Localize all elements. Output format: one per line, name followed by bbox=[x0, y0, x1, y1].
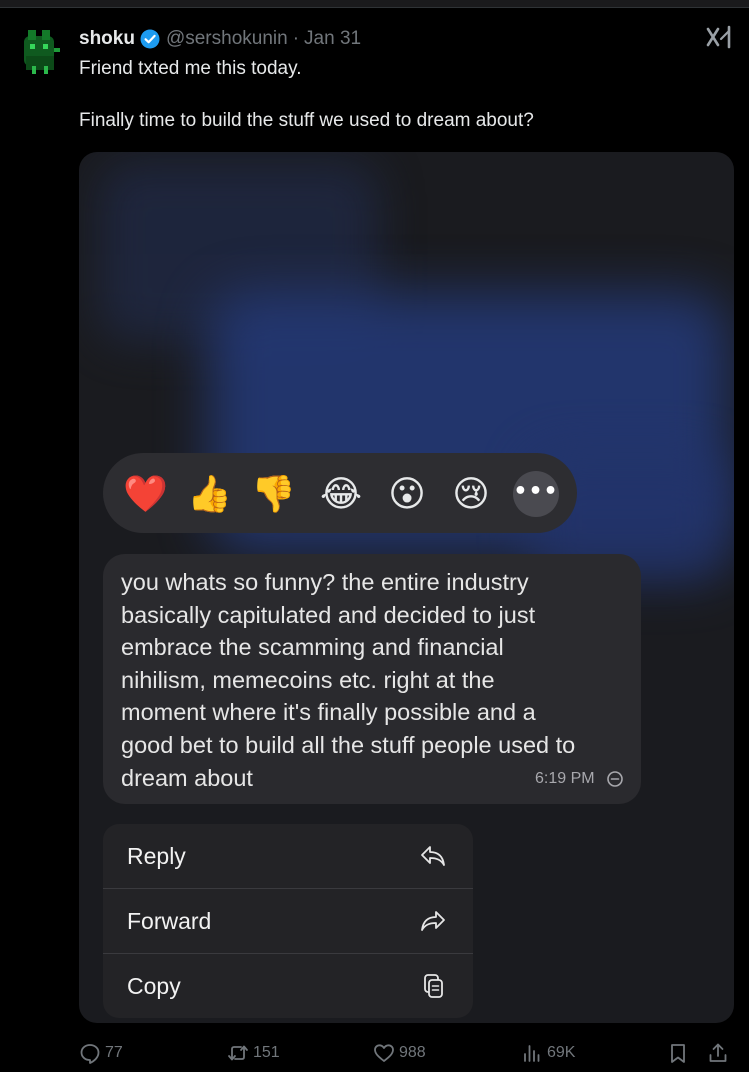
reply-icon bbox=[80, 1044, 100, 1064]
repost-button[interactable]: 151 bbox=[227, 1040, 280, 1066]
thumbs-down-reaction-icon[interactable]: 👎 bbox=[251, 473, 296, 517]
post-text-line: Friend txted me this today. bbox=[79, 58, 302, 79]
crying-reaction-icon[interactable]: 😢 bbox=[449, 473, 493, 517]
menu-item-label: Copy bbox=[127, 973, 181, 999]
reply-button[interactable]: 77 bbox=[79, 1040, 123, 1066]
more-reactions-button[interactable]: ••• bbox=[513, 471, 559, 517]
like-button[interactable]: 988 bbox=[373, 1040, 426, 1066]
message-line: moment where it's finally possible and a bbox=[121, 699, 536, 726]
top-divider bbox=[0, 0, 749, 8]
view-count: 69K bbox=[547, 1044, 576, 1061]
post-text-line: Finally time to build the stuff we used … bbox=[79, 110, 534, 131]
context-menu: Reply Forward Copy bbox=[103, 824, 473, 1018]
post-media-image[interactable]: ❤️ 👍 👎 😂 😮 😢 ••• you whats so funny? the… bbox=[79, 152, 734, 1023]
copy-icon bbox=[424, 974, 443, 998]
thumbs-up-reaction-icon[interactable]: 👍 bbox=[187, 473, 232, 517]
analytics-icon bbox=[524, 1045, 540, 1062]
message-text: you whats so funny? the entire industry … bbox=[121, 566, 621, 794]
post-header: shoku @sershokunin · Jan 31 bbox=[79, 27, 361, 51]
post-date[interactable]: Jan 31 bbox=[304, 28, 361, 50]
post-action-bar: 77 151 988 69K bbox=[79, 1040, 739, 1066]
clock-icon bbox=[607, 771, 623, 787]
reply-arrow-icon bbox=[421, 846, 445, 866]
share-icon bbox=[709, 1043, 727, 1062]
menu-item-copy[interactable]: Copy bbox=[103, 954, 473, 1018]
reaction-bar: ❤️ 👍 👎 😂 😮 😢 ••• bbox=[103, 453, 577, 533]
menu-item-reply[interactable]: Reply bbox=[103, 824, 473, 888]
verified-badge-icon bbox=[140, 29, 160, 49]
message-line: basically capitulated and decided to jus… bbox=[121, 601, 536, 628]
bookmark-button[interactable] bbox=[667, 1040, 693, 1066]
repost-count: 151 bbox=[253, 1044, 280, 1061]
menu-item-label: Reply bbox=[127, 843, 186, 869]
share-button[interactable] bbox=[707, 1040, 733, 1066]
views-button[interactable]: 69K bbox=[521, 1040, 575, 1066]
display-name[interactable]: shoku bbox=[79, 28, 135, 50]
message-line: embrace the scamming and financial bbox=[121, 634, 504, 661]
grok-icon[interactable] bbox=[705, 25, 733, 51]
handle[interactable]: @sershokunin bbox=[166, 28, 288, 50]
heart-icon bbox=[374, 1044, 394, 1062]
message-line: good bet to build all the stuff people u… bbox=[121, 731, 576, 758]
surprised-reaction-icon[interactable]: 😮 bbox=[385, 473, 429, 517]
message-bubble[interactable]: you whats so funny? the entire industry … bbox=[103, 554, 641, 804]
message-timestamp: 6:19 PM bbox=[535, 770, 595, 787]
message-line: nihilism, memecoins etc. right at the bbox=[121, 666, 495, 693]
menu-item-label: Forward bbox=[127, 908, 212, 934]
laughing-reaction-icon[interactable]: 😂 bbox=[319, 473, 363, 517]
reply-count: 77 bbox=[105, 1044, 123, 1061]
bookmark-icon bbox=[671, 1044, 685, 1063]
message-line: you whats so funny? the entire industry bbox=[121, 569, 529, 595]
heart-reaction-icon[interactable]: ❤️ bbox=[123, 473, 168, 517]
repost-icon bbox=[228, 1045, 248, 1061]
forward-arrow-icon bbox=[421, 911, 445, 931]
menu-item-forward[interactable]: Forward bbox=[103, 889, 473, 953]
like-count: 988 bbox=[399, 1044, 426, 1061]
avatar[interactable] bbox=[18, 26, 64, 78]
separator-dot: · bbox=[292, 28, 300, 49]
